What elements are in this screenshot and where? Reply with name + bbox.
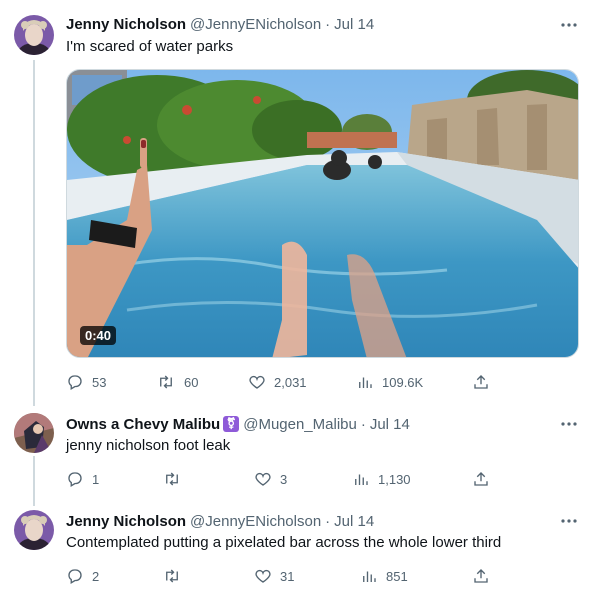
more-dots-icon[interactable] [559,414,579,434]
user-handle[interactable]: @JennyENicholson [190,513,321,530]
reply-count: 2 [92,568,100,584]
tweet-date[interactable]: Jul 14 [370,416,410,433]
user-handle[interactable]: @Mugen_Malibu [243,416,357,433]
views-icon [363,571,376,582]
reply-button[interactable]: 53 [66,372,106,392]
tweet-actions: 2 31 851 [66,566,496,586]
like-count: 3 [280,471,288,487]
heart-icon [255,569,271,583]
share-icon [474,375,488,389]
reply-count: 53 [92,374,107,390]
retweet-icon [166,472,178,486]
more-dots-icon[interactable] [559,15,579,35]
views-button[interactable]: 851 [360,566,408,586]
thread-line [33,60,35,406]
views-icon [359,377,372,388]
display-name[interactable]: Owns a Chevy Malibu [66,416,220,433]
video-duration: 0:40 [80,326,117,345]
share-button[interactable] [472,469,490,489]
reply-icon [68,569,82,584]
share-icon [474,569,488,583]
retweet-count: 60 [184,374,199,390]
view-count: 851 [386,568,408,584]
like-button[interactable]: 2,031 [248,372,307,392]
reply-count: 1 [92,471,100,487]
reply-button[interactable]: 2 [66,566,99,586]
thread-line [33,456,35,506]
share-button[interactable] [472,372,490,392]
like-button[interactable]: 31 [254,566,294,586]
tweet-header: Owns a Chevy Malibu ⚧ @Mugen_Malibu · Ju… [66,414,410,434]
avatar[interactable] [14,510,54,550]
avatar[interactable] [14,15,54,55]
reply-icon [68,375,82,390]
heart-icon [249,375,265,389]
heart-icon [255,472,271,486]
tweet-header: Jenny Nicholson @JennyENicholson · Jul 1… [66,511,374,531]
tweet-text: I'm scared of water parks [66,38,234,55]
share-icon [474,472,488,486]
view-count: 109.6K [382,374,424,390]
share-button[interactable] [472,566,490,586]
video-thumbnail [67,70,578,357]
tweet-text: Contemplated putting a pixelated bar acr… [66,534,502,551]
tweet-actions: 53 60 2,031 109.6K [66,372,496,392]
identity-badge: ⚧ [223,416,240,432]
retweet-button[interactable]: 60 [156,372,198,392]
retweet-icon [166,569,178,583]
tweet-date[interactable]: Jul 14 [334,16,374,33]
separator: · [325,15,331,33]
separator: · [360,415,366,433]
retweet-button[interactable] [162,469,182,489]
view-count: 1,130 [378,471,411,487]
reply-button[interactable]: 1 [66,469,99,489]
views-button[interactable]: 109.6K [356,372,423,392]
retweet-button[interactable] [162,566,182,586]
user-handle[interactable]: @JennyENicholson [190,16,321,33]
tweet-header: Jenny Nicholson @JennyENicholson · Jul 1… [66,14,374,34]
views-icon [355,474,368,485]
display-name[interactable]: Jenny Nicholson [66,16,186,33]
like-button[interactable]: 3 [254,469,287,489]
views-button[interactable]: 1,130 [352,469,411,489]
tweet-date[interactable]: Jul 14 [334,513,374,530]
more-dots-icon[interactable] [559,511,579,531]
display-name[interactable]: Jenny Nicholson [66,513,186,530]
reply-icon [68,472,82,487]
video-player[interactable]: 0:40 [66,69,579,358]
tweet-text: jenny nicholson foot leak [66,437,231,454]
retweet-icon [160,375,172,389]
like-count: 2,031 [274,374,307,390]
separator: · [325,512,331,530]
like-count: 31 [280,568,295,584]
tweet-actions: 1 3 1,130 [66,469,496,489]
avatar[interactable] [14,413,54,453]
